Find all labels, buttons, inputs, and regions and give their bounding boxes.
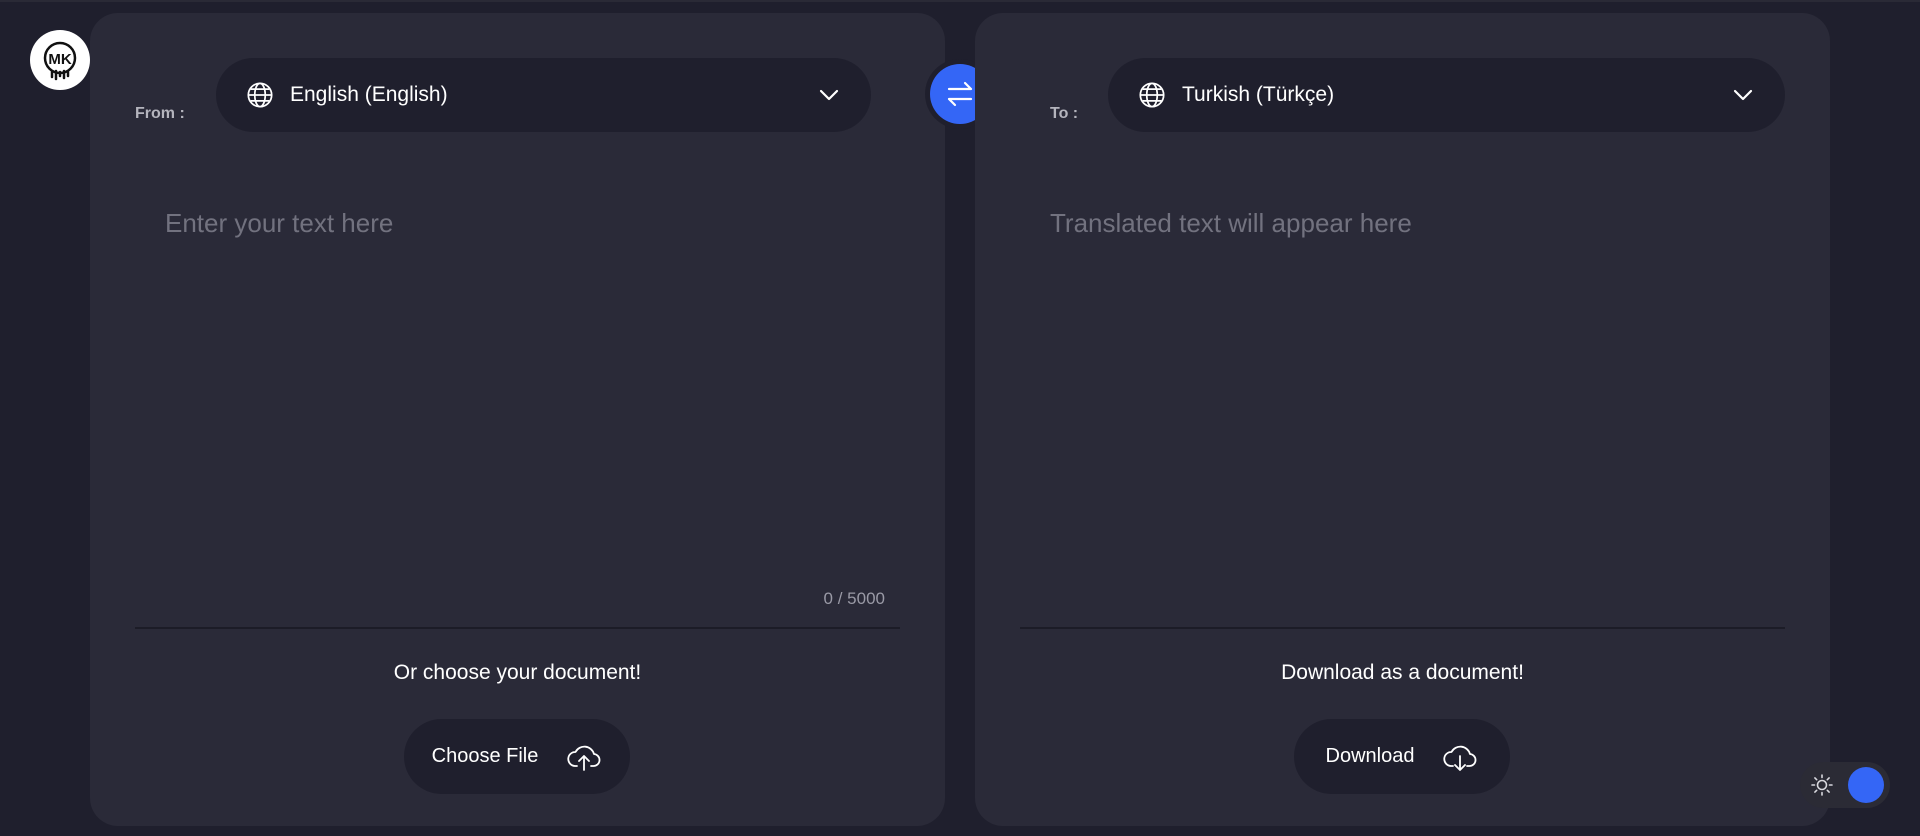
target-divider	[1020, 627, 1785, 629]
download-label: Download	[1325, 745, 1415, 767]
cloud-download-icon	[1443, 745, 1477, 771]
download-button[interactable]: Download	[1294, 719, 1510, 794]
globe-icon	[247, 82, 273, 108]
target-panel: To : Turkish (Türkçe) Translated text wi…	[975, 13, 1830, 826]
cloud-upload-icon	[567, 745, 601, 771]
svg-text:MK: MK	[48, 51, 71, 68]
source-divider	[135, 627, 900, 629]
theme-toggle-knob	[1848, 767, 1884, 803]
source-panel: From : English (English) 0 / 5000 Or cho…	[90, 13, 945, 826]
top-border	[0, 0, 1920, 2]
choose-file-label: Choose File	[431, 745, 539, 767]
from-label: From :	[135, 105, 185, 122]
theme-toggle[interactable]	[1800, 762, 1890, 808]
character-counter: 0 / 5000	[823, 589, 885, 608]
choose-document-caption: Or choose your document!	[393, 661, 642, 684]
choose-file-button[interactable]: Choose File	[404, 719, 630, 794]
download-document-caption: Download as a document!	[1281, 661, 1524, 684]
to-label: To :	[1050, 105, 1079, 122]
brand-logo-mark: MK	[43, 41, 77, 81]
source-language-name: English (English)	[290, 83, 448, 106]
globe-icon	[1139, 82, 1165, 108]
translated-text-output[interactable]: Translated text will appear here	[1050, 208, 1412, 239]
source-text-input[interactable]	[165, 208, 885, 588]
chevron-down-icon	[819, 89, 839, 101]
brand-logo[interactable]: MK	[30, 30, 90, 90]
target-language-name: Turkish (Türkçe)	[1182, 83, 1335, 106]
swap-arrows-icon	[947, 81, 973, 107]
chevron-down-icon	[1733, 89, 1753, 101]
target-language-select[interactable]: Turkish (Türkçe)	[1108, 58, 1785, 132]
source-language-select[interactable]: English (English)	[216, 58, 871, 132]
sun-icon	[1811, 774, 1833, 796]
